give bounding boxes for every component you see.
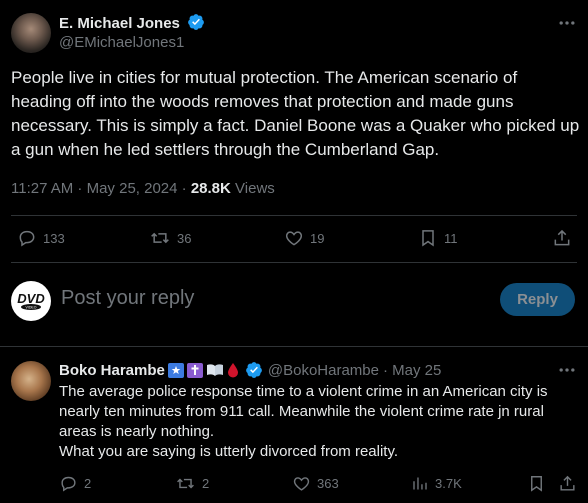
author-name[interactable]: E. Michael Jones	[59, 15, 180, 32]
analytics-icon	[411, 474, 429, 493]
reply-text-line: areas is nearly nothing.	[59, 423, 215, 440]
reply-button[interactable]: Reply	[500, 283, 575, 316]
author-name-row[interactable]: E. Michael Jones	[59, 13, 205, 32]
reply-action[interactable]: 133	[17, 228, 65, 248]
repost-action[interactable]: 36	[149, 228, 191, 248]
divider	[11, 262, 577, 263]
repost-count: 36	[177, 230, 192, 246]
share-icon[interactable]	[558, 474, 577, 493]
reply-action[interactable]: 2	[59, 474, 91, 493]
bookmark-icon	[418, 228, 438, 248]
user-avatar[interactable]: DVD VIDEO	[11, 281, 51, 321]
view-count: 28.8K	[190, 180, 231, 197]
divider	[0, 346, 588, 347]
reply-count: 2	[84, 476, 92, 491]
reply-text-line: The average police response time to a vi…	[59, 383, 548, 400]
view-count: 3.7K	[435, 476, 462, 491]
tweet-text: People live in cities for mutual protect…	[11, 68, 580, 159]
repost-action[interactable]: 2	[175, 474, 209, 493]
more-options-icon[interactable]	[557, 13, 577, 33]
reply-text-line: What you are saying is utterly divorced …	[59, 443, 399, 460]
tweet-meta: 11:27 AM · May 25, 2024 · 28.8K Views	[11, 180, 275, 197]
heart-icon	[292, 474, 311, 493]
reply-author-name[interactable]: Boko Harambe	[59, 362, 165, 379]
reply-author-handle[interactable]: @BokoHarambe	[268, 362, 379, 379]
more-options-icon[interactable]	[557, 360, 577, 380]
views-label: Views	[235, 180, 275, 197]
reply-text: The average police response time to a vi…	[59, 382, 579, 462]
tweet-timestamp[interactable]: 11:27 AM · May 25, 2024 ·	[11, 180, 191, 197]
repost-icon	[149, 228, 171, 248]
reply-icon	[17, 228, 37, 248]
divider	[11, 215, 577, 216]
views-action[interactable]: 3.7K	[411, 474, 462, 493]
like-count: 19	[310, 230, 325, 246]
book-emoji-icon	[206, 363, 224, 377]
dvd-logo-icon: DVD VIDEO	[17, 291, 45, 310]
like-count: 363	[317, 476, 339, 491]
svg-text:DVD: DVD	[17, 291, 45, 306]
reply-text-line: nearly ten minutes from 911 call. Meanwh…	[59, 403, 544, 420]
svg-text:VIDEO: VIDEO	[26, 306, 37, 310]
verified-badge-icon	[245, 361, 263, 379]
cross-emoji-icon	[186, 362, 203, 378]
reply-author-avatar[interactable]	[11, 361, 51, 401]
author-avatar[interactable]	[11, 13, 51, 53]
like-action[interactable]: 363	[292, 474, 339, 493]
reply-header: Boko Harambe @BokoHarambe · May 25	[59, 361, 441, 379]
bookmark-icon[interactable]	[527, 474, 546, 493]
share-icon[interactable]	[552, 228, 572, 248]
reply-count: 133	[43, 230, 65, 246]
blood-drop-emoji-icon	[227, 362, 239, 378]
reply-input[interactable]: Post your reply	[61, 287, 194, 310]
repost-icon	[175, 474, 196, 493]
heart-icon	[284, 228, 304, 248]
bookmark-count: 11	[444, 230, 458, 246]
repost-count: 2	[202, 476, 210, 491]
bookmark-action[interactable]: 11	[418, 228, 458, 248]
flag-emoji-icon	[167, 362, 184, 378]
author-handle[interactable]: @EMichaelJones1	[59, 34, 184, 51]
reply-date[interactable]: · May 25	[383, 362, 441, 379]
verified-badge-icon	[187, 13, 205, 31]
reply-icon	[59, 474, 78, 493]
like-action[interactable]: 19	[284, 228, 324, 248]
